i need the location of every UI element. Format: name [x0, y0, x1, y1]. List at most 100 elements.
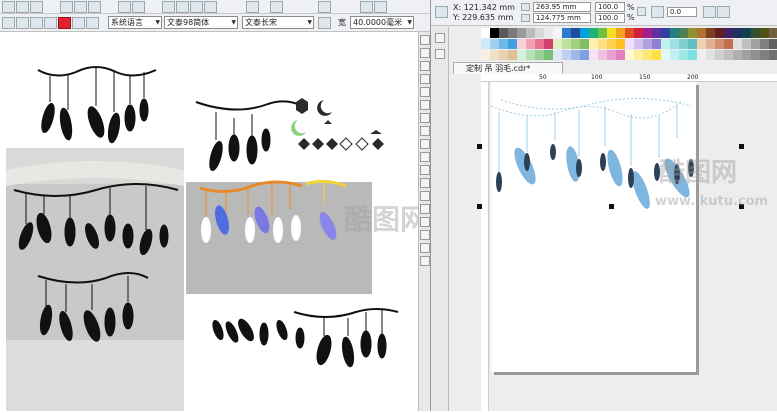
- palette-swatch[interactable]: [706, 28, 715, 38]
- object-width-field[interactable]: 263.95 mm: [533, 2, 591, 12]
- ellipse-tool-icon[interactable]: [420, 126, 430, 136]
- palette-swatch[interactable]: [679, 28, 688, 38]
- palette-swatch[interactable]: [508, 28, 517, 38]
- palette-swatch[interactable]: [490, 39, 499, 49]
- palette-swatch[interactable]: [715, 28, 724, 38]
- palette-swatch[interactable]: [697, 28, 706, 38]
- palette-swatch[interactable]: [535, 50, 544, 60]
- freehand-tool-icon[interactable]: [420, 87, 430, 97]
- palette-swatch[interactable]: [625, 39, 634, 49]
- palette-swatch[interactable]: [724, 28, 733, 38]
- palette-swatch[interactable]: [724, 39, 733, 49]
- rotate-icon[interactable]: [651, 6, 664, 18]
- palette-swatch[interactable]: [742, 50, 751, 60]
- palette-swatch[interactable]: [544, 39, 553, 49]
- palette-swatch[interactable]: [643, 39, 652, 49]
- print-icon[interactable]: [204, 1, 217, 13]
- palette-swatch[interactable]: [553, 39, 562, 49]
- undo-icon[interactable]: [118, 1, 131, 13]
- palette-swatch[interactable]: [769, 50, 777, 60]
- palette-swatch[interactable]: [733, 39, 742, 49]
- y-position[interactable]: Y: 229.635 mm: [453, 13, 513, 23]
- palette-swatch[interactable]: [751, 28, 760, 38]
- palette-swatch[interactable]: [481, 39, 490, 49]
- palette-swatch[interactable]: [535, 39, 544, 49]
- rectangle-tool-icon[interactable]: [420, 113, 430, 123]
- palette-swatch[interactable]: [580, 28, 589, 38]
- move-icon[interactable]: [44, 17, 57, 29]
- dimension-tool-icon[interactable]: [420, 178, 430, 188]
- palette-swatch[interactable]: [688, 28, 697, 38]
- transparency-tool-icon[interactable]: [420, 217, 430, 227]
- palette-swatch[interactable]: [490, 50, 499, 60]
- palette-swatch[interactable]: [571, 39, 580, 49]
- palette-swatch[interactable]: [661, 39, 670, 49]
- palette-swatch[interactable]: [643, 50, 652, 60]
- italic-icon[interactable]: [374, 1, 387, 13]
- search-icon[interactable]: [162, 1, 175, 13]
- palette-swatch[interactable]: [616, 50, 625, 60]
- lock-icon[interactable]: [318, 17, 331, 29]
- fill-tool-icon[interactable]: [420, 256, 430, 266]
- palette-swatch[interactable]: [679, 39, 688, 49]
- palette-swatch[interactable]: [544, 28, 553, 38]
- palette-swatch[interactable]: [517, 28, 526, 38]
- design-canvas[interactable]: 酷图网: [6, 40, 428, 411]
- lightbulb-icon[interactable]: [246, 1, 259, 13]
- palette-swatch[interactable]: [715, 39, 724, 49]
- palette-swatch[interactable]: [526, 39, 535, 49]
- palette-swatch[interactable]: [499, 50, 508, 60]
- polygon-tool-icon[interactable]: [420, 139, 430, 149]
- crop-tool-icon[interactable]: [420, 61, 430, 71]
- palette-swatch[interactable]: [553, 28, 562, 38]
- palette-swatch[interactable]: [760, 39, 769, 49]
- palette-swatch[interactable]: [715, 50, 724, 60]
- palette-swatch[interactable]: [697, 50, 706, 60]
- options-icon[interactable]: [270, 1, 283, 13]
- launcher-icon[interactable]: [318, 1, 331, 13]
- palette-swatch[interactable]: [652, 28, 661, 38]
- palette-swatch[interactable]: [733, 50, 742, 60]
- align-icon[interactable]: [2, 17, 15, 29]
- palette-swatch[interactable]: [688, 50, 697, 60]
- blend-tool-icon[interactable]: [420, 204, 430, 214]
- object-origin-icon[interactable]: [435, 6, 448, 18]
- palette-swatch[interactable]: [706, 50, 715, 60]
- lock-ratio-icon[interactable]: [637, 7, 646, 16]
- palette-swatch[interactable]: [670, 28, 679, 38]
- palette-swatch[interactable]: [742, 28, 751, 38]
- font-language-dropdown[interactable]: 系统语言 ▼: [108, 16, 162, 29]
- width-input[interactable]: 40.0000毫米 ▼: [350, 16, 414, 29]
- palette-swatch[interactable]: [598, 50, 607, 60]
- palette-swatch[interactable]: [616, 39, 625, 49]
- palette-swatch[interactable]: [481, 28, 490, 38]
- palette-swatch[interactable]: [589, 50, 598, 60]
- paste-icon[interactable]: [88, 1, 101, 13]
- eyedropper-tool-icon[interactable]: [420, 230, 430, 240]
- palette-swatch[interactable]: [724, 50, 733, 60]
- font-style-dropdown[interactable]: 文泰长宋 ▼: [242, 16, 314, 29]
- palette-swatch[interactable]: [760, 50, 769, 60]
- pick-tool-icon[interactable]: [435, 33, 445, 43]
- palette-swatch[interactable]: [607, 50, 616, 60]
- palette-swatch[interactable]: [508, 39, 517, 49]
- zoom-in-icon[interactable]: [30, 17, 43, 29]
- palette-swatch[interactable]: [589, 28, 598, 38]
- bold-icon[interactable]: [360, 1, 373, 13]
- palette-swatch[interactable]: [598, 39, 607, 49]
- shape-tool-icon[interactable]: [420, 48, 430, 58]
- copy-icon[interactable]: [74, 1, 87, 13]
- palette-swatch[interactable]: [670, 39, 679, 49]
- import-icon[interactable]: [176, 1, 189, 13]
- palette-swatch[interactable]: [490, 28, 499, 38]
- palette-swatch[interactable]: [643, 28, 652, 38]
- palette-swatch[interactable]: [589, 39, 598, 49]
- palette-swatch[interactable]: [598, 28, 607, 38]
- drawing-workspace[interactable]: 酷图网 www.ikutu.com: [477, 82, 777, 411]
- palette-swatch[interactable]: [769, 39, 777, 49]
- palette-swatch[interactable]: [760, 28, 769, 38]
- palette-swatch[interactable]: [670, 50, 679, 60]
- color-swatch-icon[interactable]: [58, 17, 71, 29]
- palette-swatch[interactable]: [616, 28, 625, 38]
- palette-swatch[interactable]: [625, 28, 634, 38]
